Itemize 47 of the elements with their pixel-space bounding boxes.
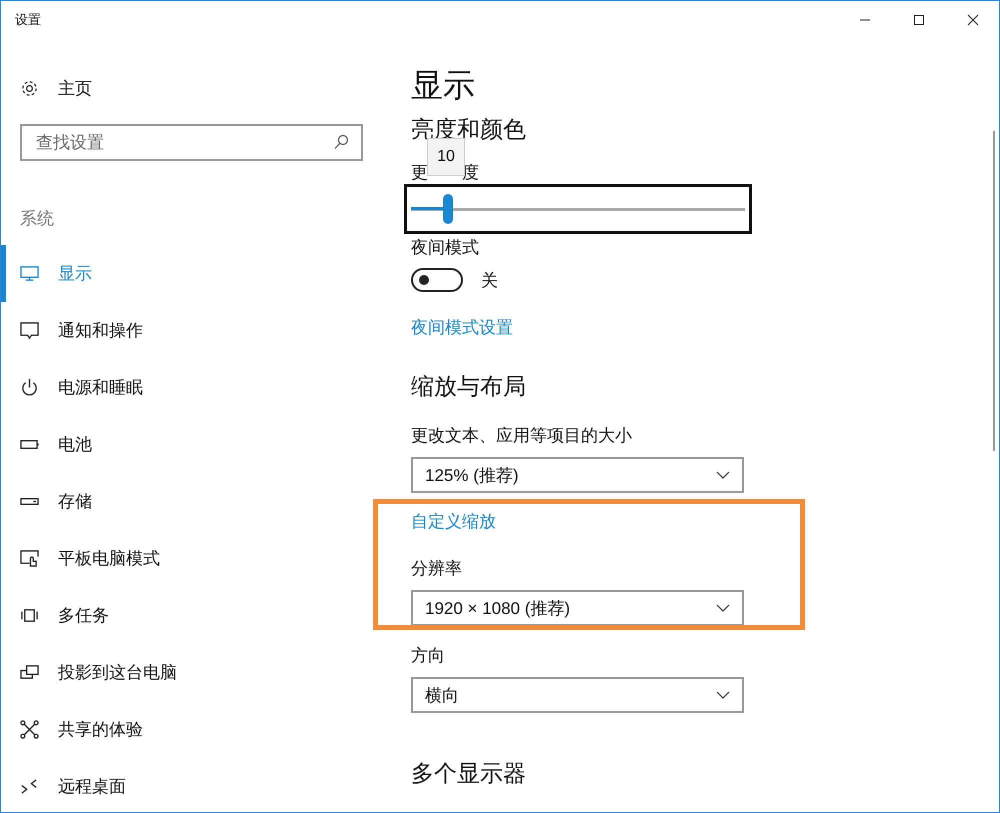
close-icon[interactable] — [967, 14, 979, 26]
window-title: 设置 — [15, 11, 41, 29]
menu-item-icon — [20, 549, 39, 568]
slider-label: 更 — [411, 162, 428, 184]
dropdown[interactable]: 1920 × 1080 (推荐) — [411, 590, 744, 626]
maximize-icon[interactable] — [913, 14, 925, 26]
setting-label: 分辨率 — [411, 558, 463, 580]
menu-item-icon — [20, 378, 39, 397]
sidebar-item[interactable]: 远程桌面 — [1, 758, 373, 812]
menu-item-icon — [20, 663, 39, 682]
sidebar-item[interactable]: 电源和睡眠 — [1, 359, 373, 416]
slider-thumb[interactable] — [442, 194, 453, 224]
sidebar-item[interactable]: 共享的体验 — [1, 701, 373, 758]
menu-item-icon — [20, 264, 39, 283]
chevron-icon — [716, 471, 730, 479]
scrollbar[interactable] — [993, 131, 995, 451]
sidebar-item[interactable]: 通知和操作 — [1, 302, 373, 359]
sidebar-item[interactable]: 平板电脑模式 — [1, 530, 373, 587]
dropdown[interactable]: 125% (推荐) — [411, 457, 744, 493]
setting-label: 夜间模式 — [411, 237, 480, 259]
settings-link[interactable]: 夜间模式设置 — [411, 316, 513, 340]
setting-label: 更改文本、应用等项目的大小 — [411, 425, 633, 447]
chevron-icon — [716, 604, 730, 612]
menu-item-icon — [20, 606, 39, 625]
home-link[interactable]: 主页 — [20, 76, 373, 100]
chevron-icon — [716, 691, 730, 699]
search-icon — [333, 134, 349, 150]
settings-link[interactable]: 自定义缩放 — [411, 510, 496, 534]
sidebar-item[interactable]: 显示 — [1, 245, 373, 302]
section-heading: 多个显示器 — [411, 759, 527, 788]
section-label: 系统 — [20, 208, 55, 230]
menu-item-icon — [20, 777, 39, 796]
sidebar-item[interactable]: 存储 — [1, 473, 373, 530]
menu-item-icon — [20, 720, 39, 739]
sidebar-item[interactable]: 多任务 — [1, 587, 373, 644]
value-tooltip: 10 — [427, 138, 465, 176]
section-heading: 缩放与布局 — [411, 372, 527, 401]
setting-label: 方向 — [411, 645, 446, 667]
toggle-state: 关 — [481, 270, 498, 292]
dropdown[interactable]: 横向 — [411, 677, 744, 713]
search-field[interactable]: 查找设置 — [20, 124, 363, 161]
page-title: 显示 — [411, 66, 476, 105]
toggle-switch[interactable] — [411, 268, 463, 292]
sidebar-item[interactable]: 电池 — [1, 416, 373, 473]
gear-icon — [20, 78, 39, 98]
menu-item-icon — [20, 321, 39, 340]
sidebar-item[interactable]: 投影到这台电脑 — [1, 644, 373, 701]
